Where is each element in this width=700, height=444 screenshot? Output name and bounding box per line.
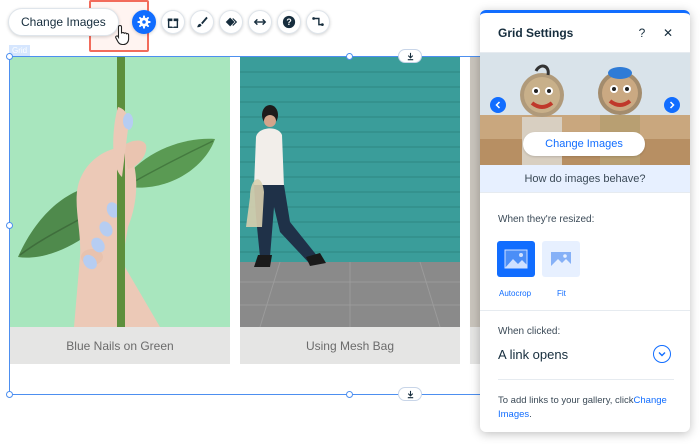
chevron-down-icon [658, 352, 666, 357]
add-button[interactable] [160, 10, 185, 34]
help-icon[interactable]: ? [634, 25, 650, 41]
behave-link[interactable]: How do images behave? [480, 165, 690, 193]
download-icon [407, 52, 413, 60]
gallery-caption: Using Mesh Bag [240, 327, 460, 364]
option-autocrop-label: Autocrop [499, 289, 532, 298]
gallery-item[interactable]: Blue Nails on Green [10, 57, 230, 364]
fit-icon [551, 252, 571, 266]
resize-handle[interactable] [6, 53, 13, 60]
settings-icon [137, 15, 151, 29]
help-icon: ? [282, 15, 295, 29]
gallery-image-blue-nails [10, 57, 230, 327]
stretch-bottom-button[interactable] [398, 387, 422, 401]
panel-header: Grid Settings ? ✕ [480, 13, 690, 53]
panel-title: Grid Settings [498, 25, 574, 40]
click-action-dropdown[interactable] [653, 345, 671, 363]
links-note: To add links to your gallery, clickChang… [498, 394, 678, 422]
option-fit[interactable] [542, 241, 580, 277]
editor-canvas: Change Images ? Grid Blue Nails on Green… [0, 0, 700, 444]
connect-button[interactable] [305, 10, 330, 34]
option-autocrop[interactable] [497, 241, 535, 277]
prev-image-button[interactable] [490, 97, 506, 113]
settings-button[interactable] [131, 10, 156, 34]
divider [498, 379, 674, 380]
hand-cursor-icon [115, 24, 130, 46]
gallery-caption: Blue Nails on Green [10, 327, 230, 364]
design-button[interactable] [189, 10, 214, 34]
close-icon[interactable]: ✕ [660, 25, 676, 41]
resize-handle[interactable] [346, 391, 353, 398]
clicked-label: When clicked: [498, 326, 561, 337]
stretch-button[interactable] [247, 10, 272, 34]
stretch-top-button[interactable] [398, 49, 422, 63]
help-button[interactable]: ? [276, 10, 301, 34]
gallery-image-mesh-bag [240, 57, 460, 327]
grid-settings-panel: Grid Settings ? ✕ Change Images How do i… [480, 10, 690, 432]
gift-icon [167, 18, 178, 28]
next-image-button[interactable] [664, 97, 680, 113]
resize-handle[interactable] [6, 391, 13, 398]
resized-label: When they're resized: [498, 214, 595, 225]
divider [480, 310, 690, 311]
resize-handle[interactable] [346, 53, 353, 60]
floating-toolbar: Change Images ? [8, 8, 330, 36]
panel-change-images-button[interactable]: Change Images [523, 132, 645, 156]
option-fit-label: Fit [557, 289, 566, 298]
note-end: . [529, 409, 532, 420]
brush-icon [196, 16, 208, 28]
gallery-item[interactable]: Using Mesh Bag [240, 57, 460, 364]
svg-text:?: ? [286, 17, 291, 27]
download-icon [407, 390, 413, 398]
autocrop-icon [504, 249, 528, 269]
animation-icon [225, 17, 237, 27]
image-preview: Change Images [480, 53, 690, 165]
chevron-left-icon [495, 101, 501, 109]
note-text: To add links to your gallery, click [498, 395, 634, 406]
connect-icon [311, 17, 324, 27]
stretch-icon [253, 18, 266, 26]
click-action-value[interactable]: A link opens [498, 347, 568, 362]
animation-button[interactable] [218, 10, 243, 34]
resize-handle[interactable] [6, 222, 13, 229]
change-images-button[interactable]: Change Images [8, 8, 119, 36]
chevron-right-icon [669, 101, 675, 109]
